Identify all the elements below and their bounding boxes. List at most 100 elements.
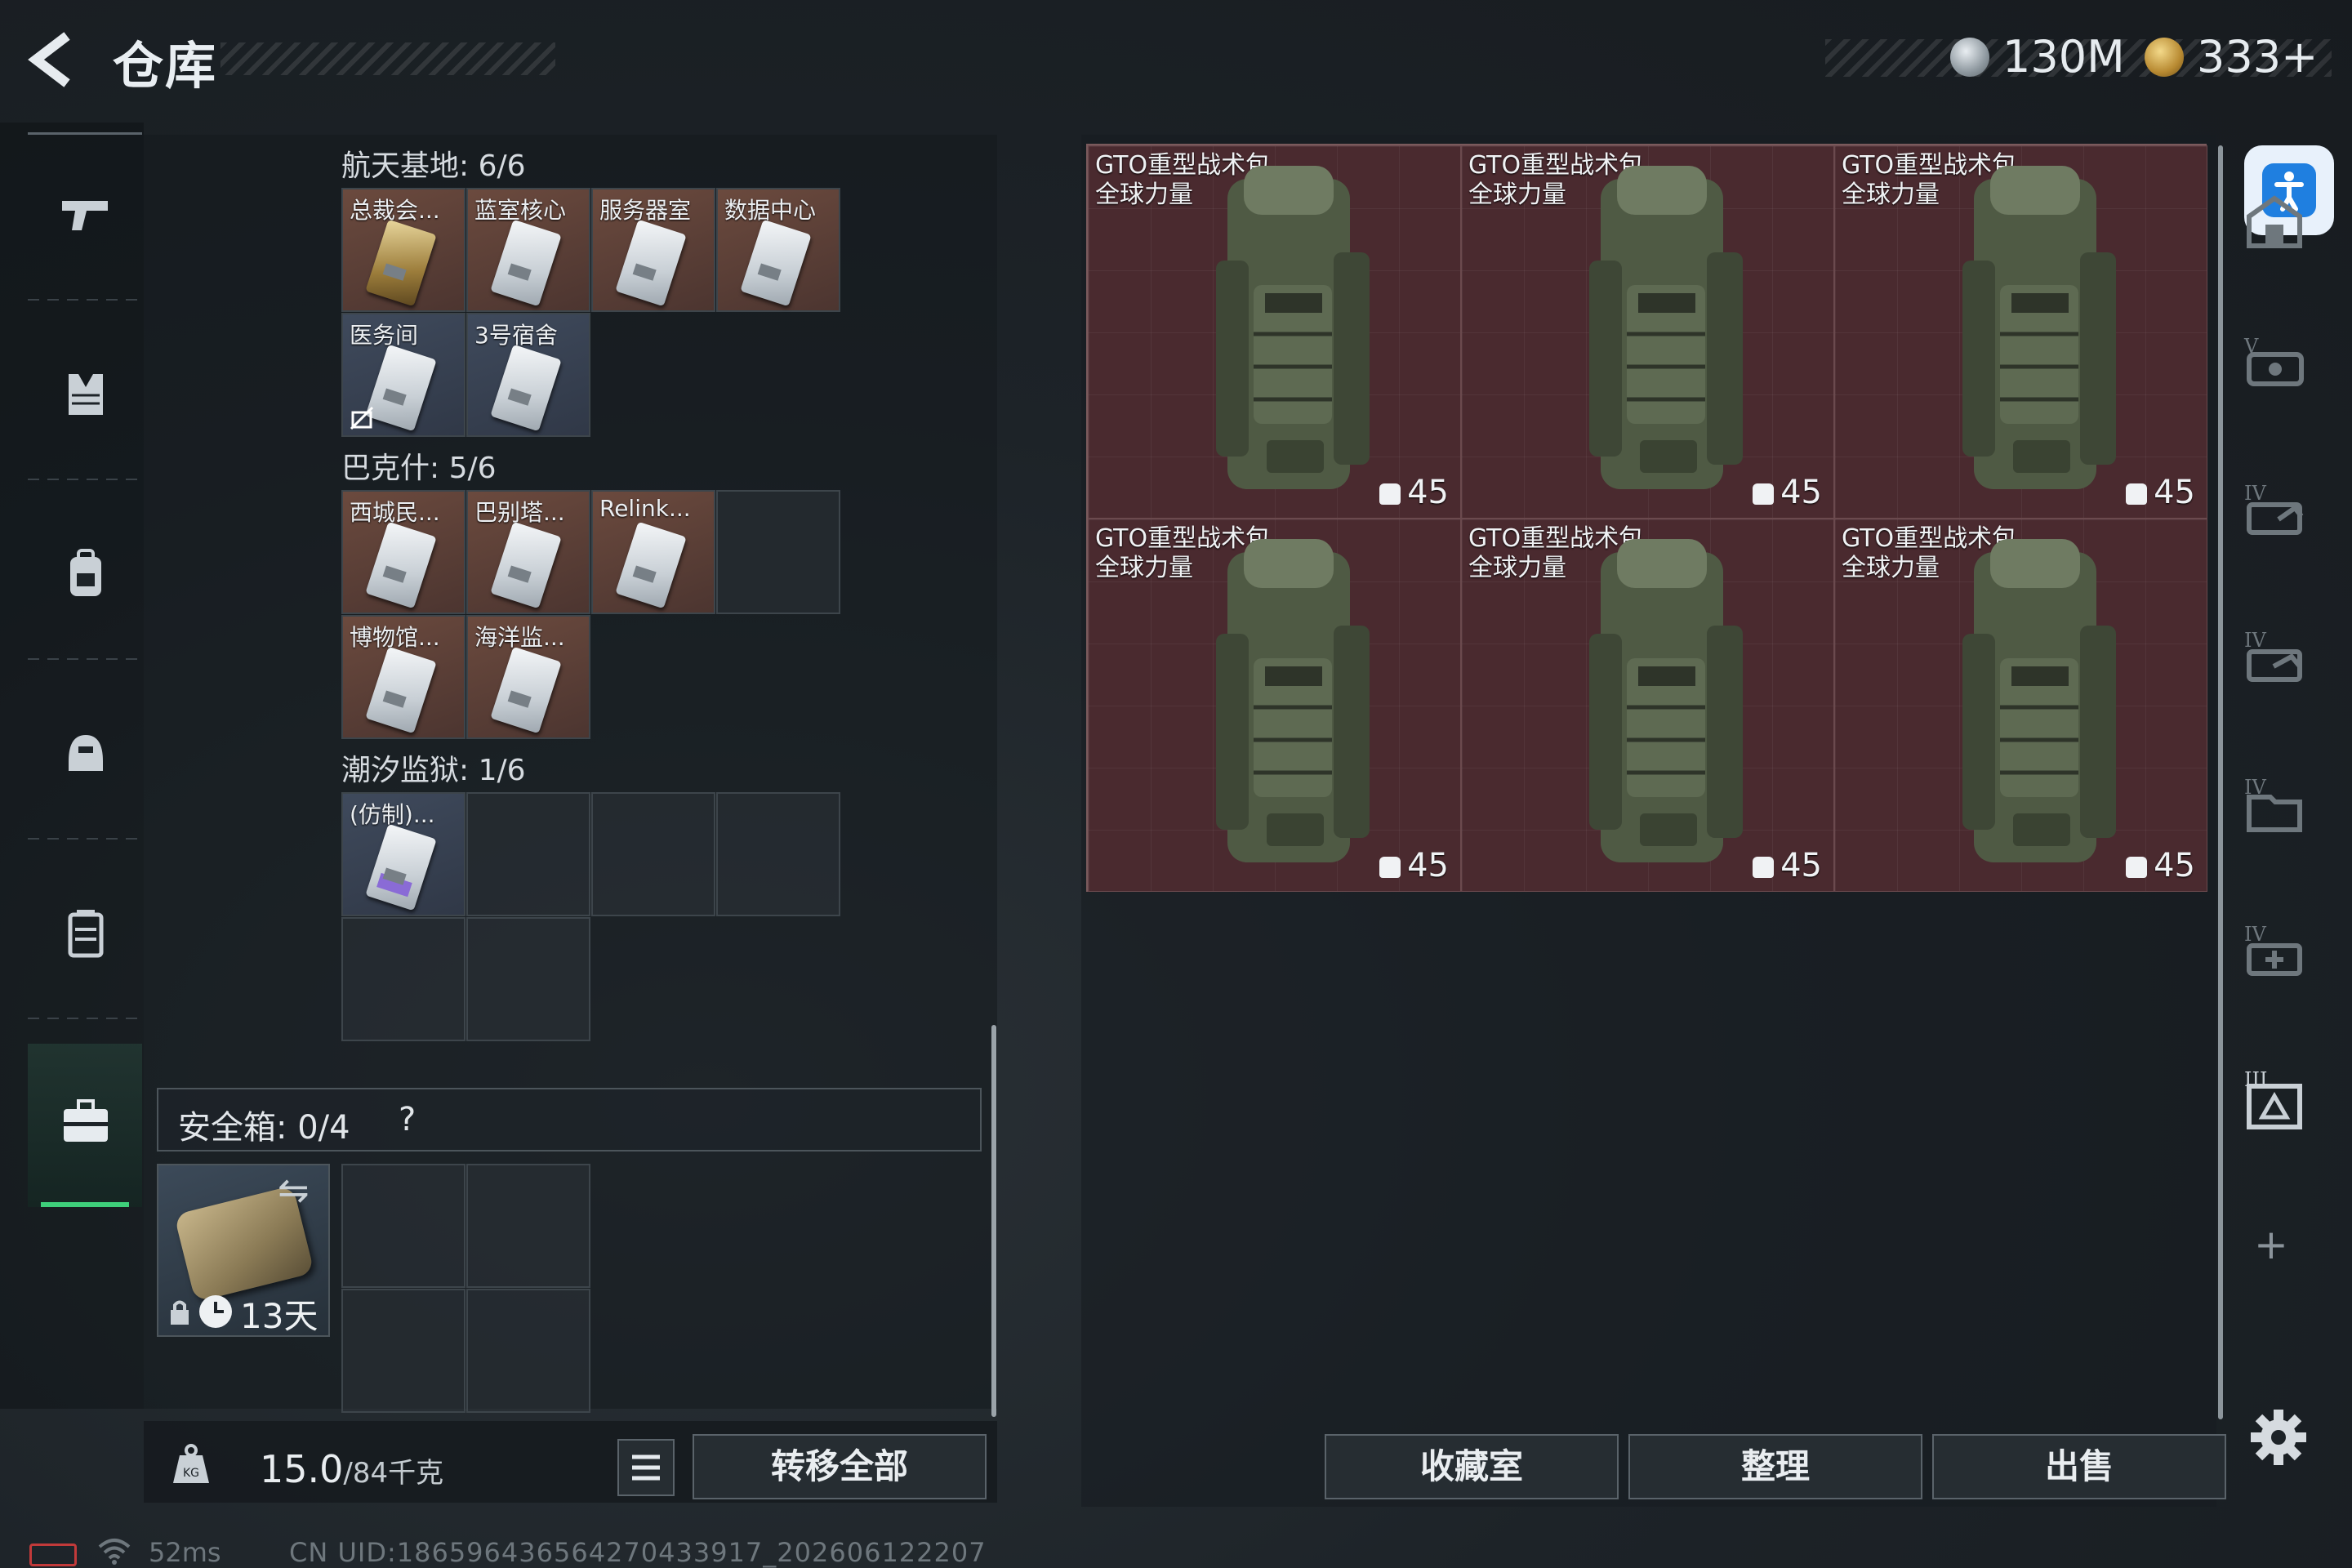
keycard-slot[interactable]: 巴别塔...: [466, 490, 590, 614]
nav-keycard-case[interactable]: [28, 1044, 142, 1207]
item-tile[interactable]: GTO重型战术包 全球力量 45: [1461, 519, 1834, 892]
pistol-icon: [62, 201, 108, 230]
toolbar-gun-case[interactable]: V: [2238, 327, 2311, 400]
keycard-scrollbar[interactable]: [991, 1025, 996, 1417]
nav-weapons[interactable]: [28, 137, 142, 301]
clock-icon: [199, 1295, 232, 1328]
group-label: 航天基地: 6/6: [341, 149, 526, 183]
transfer-all-button[interactable]: 转移全部: [693, 1434, 987, 1499]
item-tile[interactable]: GTO重型战术包 全球力量 45: [1088, 519, 1461, 892]
keycard-icon: [740, 219, 812, 307]
item-tile[interactable]: GTO重型战术包 全球力量 45: [1834, 145, 2207, 519]
item-count-value: 45: [1780, 474, 1822, 511]
back-arrow-icon: [28, 32, 70, 87]
empty-keycard-slot[interactable]: [591, 792, 715, 916]
list-view-button[interactable]: [617, 1439, 675, 1496]
svg-text:IV: IV: [2244, 629, 2266, 652]
item-count-value: 45: [1407, 474, 1449, 511]
nav-helmets[interactable]: [28, 676, 142, 840]
empty-safe-slot[interactable]: [466, 1164, 590, 1288]
svg-text:IV: IV: [2244, 923, 2266, 946]
item-tile[interactable]: GTO重型战术包 全球力量 45: [1461, 145, 1834, 519]
weapon-case-icon: IV: [2244, 629, 2302, 682]
keycard-slot[interactable]: Relink...: [591, 490, 715, 614]
keycard-name: 巴别塔...: [474, 499, 565, 526]
nav-containers[interactable]: [28, 856, 142, 1019]
toolbar-weapon-case[interactable]: IV: [2238, 621, 2311, 694]
backpack-image: [1962, 166, 2116, 489]
keycard-slot[interactable]: 医务间: [341, 313, 466, 437]
keycard-slot[interactable]: 3号宿舍: [466, 313, 590, 437]
no-trade-icon: [350, 406, 374, 430]
item-tile[interactable]: GTO重型战术包 全球力量 45: [1088, 145, 1461, 519]
empty-keycard-slot[interactable]: [716, 792, 840, 916]
weight-icon: [2126, 483, 2148, 505]
organize-button[interactable]: 整理: [1628, 1434, 1922, 1499]
keycard-slot[interactable]: 总裁会...: [341, 188, 466, 312]
weight-icon[interactable]: KG: [168, 1441, 214, 1486]
list-icon: [632, 1454, 660, 1481]
keycard-icon: [615, 521, 687, 609]
keycard-name: 海洋监...: [474, 624, 565, 651]
backpack-image: [1216, 166, 1370, 489]
backpack-icon: [70, 549, 101, 596]
keycard-slot[interactable]: 西城民...: [341, 490, 466, 614]
battery-icon: [29, 1544, 77, 1566]
backpack-image: [1589, 539, 1743, 862]
weight-value: 15.0/84千克: [260, 1447, 443, 1491]
toolbar-ammo-case[interactable]: IV: [2238, 474, 2311, 547]
keycard-icon: [365, 344, 437, 432]
empty-keycard-slot[interactable]: [466, 792, 590, 916]
sell-button[interactable]: 出售: [1932, 1434, 2226, 1499]
toolbar-medical-case[interactable]: IV: [2238, 915, 2311, 988]
keycard-name: 服务器室: [599, 197, 692, 224]
silver-currency-amount[interactable]: 130M: [2002, 31, 2125, 82]
gold-coin-icon: [2145, 38, 2184, 77]
weight-icon: [1753, 483, 1775, 505]
helmet-icon: [69, 735, 103, 771]
warehouse-scrollbar[interactable]: [2218, 145, 2223, 1419]
keycard-name: 3号宿舍: [474, 322, 558, 349]
back-button[interactable]: [24, 31, 82, 88]
toolbar-file-case[interactable]: IV: [2238, 768, 2311, 841]
svg-text:IV: IV: [2244, 482, 2266, 505]
item-count-value: 45: [1780, 847, 1822, 884]
iii-case-icon: III: [2244, 1068, 2302, 1129]
empty-keycard-slot[interactable]: [341, 917, 466, 1041]
empty-safe-slot[interactable]: [466, 1289, 590, 1413]
item-tile[interactable]: GTO重型战术包 全球力量 45: [1834, 519, 2207, 892]
keycard-slot[interactable]: 海洋监...: [466, 615, 590, 739]
lock-icon: [171, 1300, 189, 1325]
gear-icon[interactable]: [2247, 1406, 2310, 1468]
swap-icon[interactable]: ⇋: [278, 1168, 310, 1212]
keycard-slot[interactable]: 蓝室核心: [466, 188, 590, 312]
empty-safe-slot[interactable]: [341, 1289, 466, 1413]
empty-keycard-slot[interactable]: [716, 490, 840, 614]
safe-box-label: 安全箱: 0/4: [178, 1109, 350, 1147]
nav-backpacks[interactable]: [28, 497, 142, 660]
title-decoration: [220, 42, 555, 75]
nav-armor[interactable]: [28, 317, 142, 480]
empty-keycard-slot[interactable]: [466, 917, 590, 1041]
item-count: 45: [1379, 474, 1449, 511]
keycard-icon: [490, 219, 562, 307]
keycard-slot[interactable]: 服务器室: [591, 188, 715, 312]
collection-room-button[interactable]: 收藏室: [1325, 1434, 1619, 1499]
weight-icon: [1753, 857, 1775, 878]
medical-case-icon: IV: [2244, 923, 2302, 976]
keycard-slot[interactable]: (仿制)...: [341, 792, 466, 916]
toolbar-storage[interactable]: [2238, 184, 2311, 257]
backpack-image: [1962, 539, 2116, 862]
safe-box-help-button[interactable]: ?: [399, 1101, 416, 1138]
keycard-name: 博物馆...: [350, 624, 440, 651]
add-container-button[interactable]: +: [2254, 1221, 2288, 1268]
keycard-slot[interactable]: 博物馆...: [341, 615, 466, 739]
toolbar-keycard-case[interactable]: III: [2238, 1062, 2311, 1135]
keycard-icon: [365, 823, 437, 911]
keycard-slot[interactable]: 数据中心: [716, 188, 840, 312]
vest-icon: [69, 374, 103, 415]
gold-currency-amount[interactable]: 333+: [2197, 31, 2318, 82]
ping-latency: 52ms: [149, 1537, 221, 1568]
empty-safe-slot[interactable]: [341, 1164, 466, 1288]
keycard-name: 总裁会...: [350, 197, 440, 224]
